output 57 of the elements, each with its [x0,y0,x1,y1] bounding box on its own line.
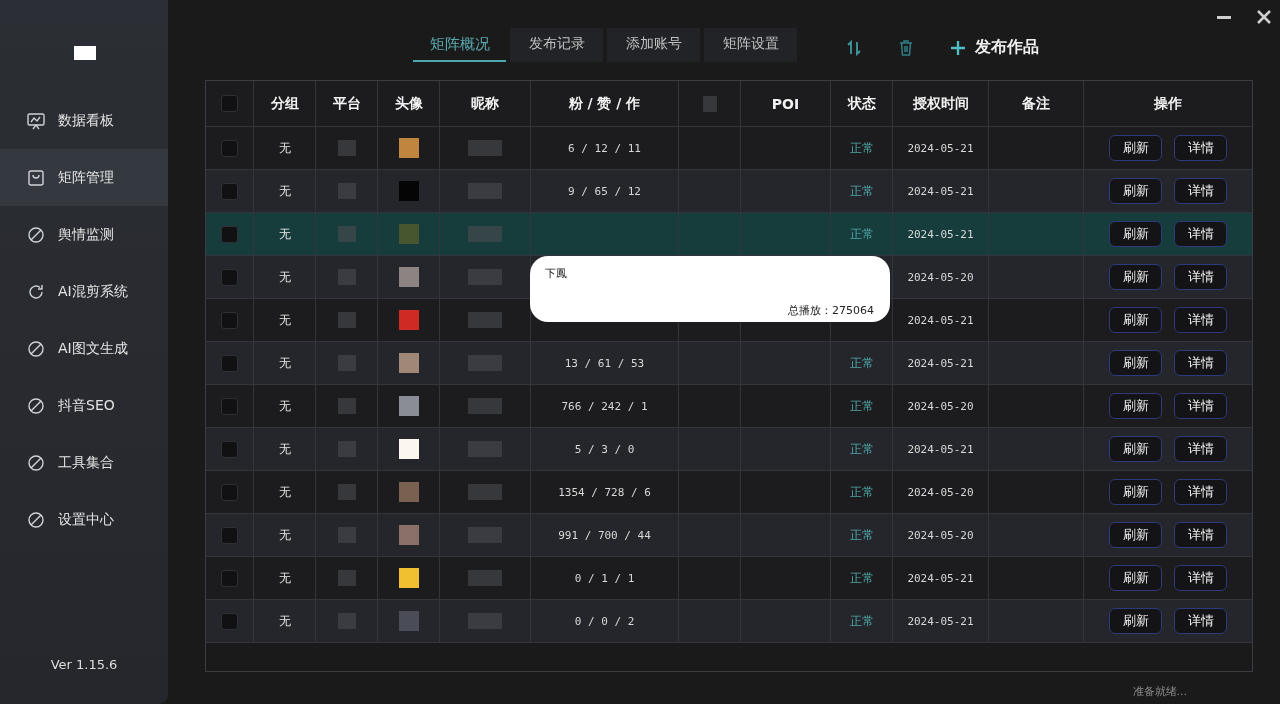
table-cell: 无 [278,397,291,415]
table-cell: 2024-05-21 [907,442,974,456]
table-cell: 9 / 65 / 12 [568,184,641,198]
table-cell: 0 / 0 / 2 [574,614,635,628]
column-header: 授权时间 [912,94,969,113]
status-text: 正常 [849,526,874,544]
status-text: 正常 [849,612,874,630]
table-cell: 5 / 3 / 0 [574,442,635,456]
table-cell: 无 [278,268,291,286]
status-text: 正常 [849,354,874,372]
table-cell: 2024-05-21 [907,227,974,241]
table-cell: 0 / 1 / 1 [574,571,635,585]
column-header: 平台 [332,94,361,113]
table-cell: 2024-05-21 [907,571,974,585]
table-cell: 2024-05-21 [907,141,974,155]
table-cell: 无 [278,569,291,587]
table-cell: 2024-05-21 [907,356,974,370]
table-cell: 无 [278,225,291,243]
tooltip-text: 下鳳 [545,266,567,281]
column-header: 操作 [1154,94,1182,113]
table-cell: 2024-05-20 [907,270,974,284]
table-cell: 2024-05-21 [907,614,974,628]
table-cell: 无 [278,526,291,544]
column-header: 备注 [1022,94,1050,113]
table-cell: 2024-05-20 [907,528,974,542]
table-cell: 2024-05-20 [907,485,974,499]
column-header: 头像 [394,94,423,113]
column-header: POI [771,95,800,112]
status-text: 正常 [849,225,874,243]
column-header: 分组 [270,94,299,113]
status-text: 正常 [849,483,874,501]
status-text: 正常 [849,569,874,587]
version-label: Ver 1.15.6 [49,657,119,672]
table-cell: 1354 / 728 / 6 [558,485,651,499]
status-text: 正常 [849,139,874,157]
table-cell: 无 [278,612,291,630]
table-cell: 无 [278,440,291,458]
table-cell: 2024-05-21 [907,313,974,327]
status-text: 正常 [849,440,874,458]
status-text: 正常 [849,182,874,200]
table-cell: 6 / 12 / 11 [568,141,641,155]
tooltip-text: 总播放：275064 [788,303,874,318]
column-header: 粉 / 赞 / 作 [568,94,641,113]
table-cell: 766 / 242 / 1 [561,399,648,413]
table-cell: 13 / 61 / 53 [564,356,645,370]
table-cell: 无 [278,182,291,200]
table-cell: 无 [278,311,291,329]
column-header: 状态 [847,94,876,113]
table-cell: 无 [278,483,291,501]
table-cell: 无 [278,354,291,372]
status-text: 正常 [849,397,874,415]
status-text: 准备就绪... [1132,684,1187,699]
column-header: 昵称 [471,94,499,113]
table-cell: 2024-05-21 [907,184,974,198]
table-cell: 无 [278,139,291,157]
table-cell: 991 / 700 / 44 [558,528,651,542]
table-cell: 2024-05-20 [907,399,974,413]
